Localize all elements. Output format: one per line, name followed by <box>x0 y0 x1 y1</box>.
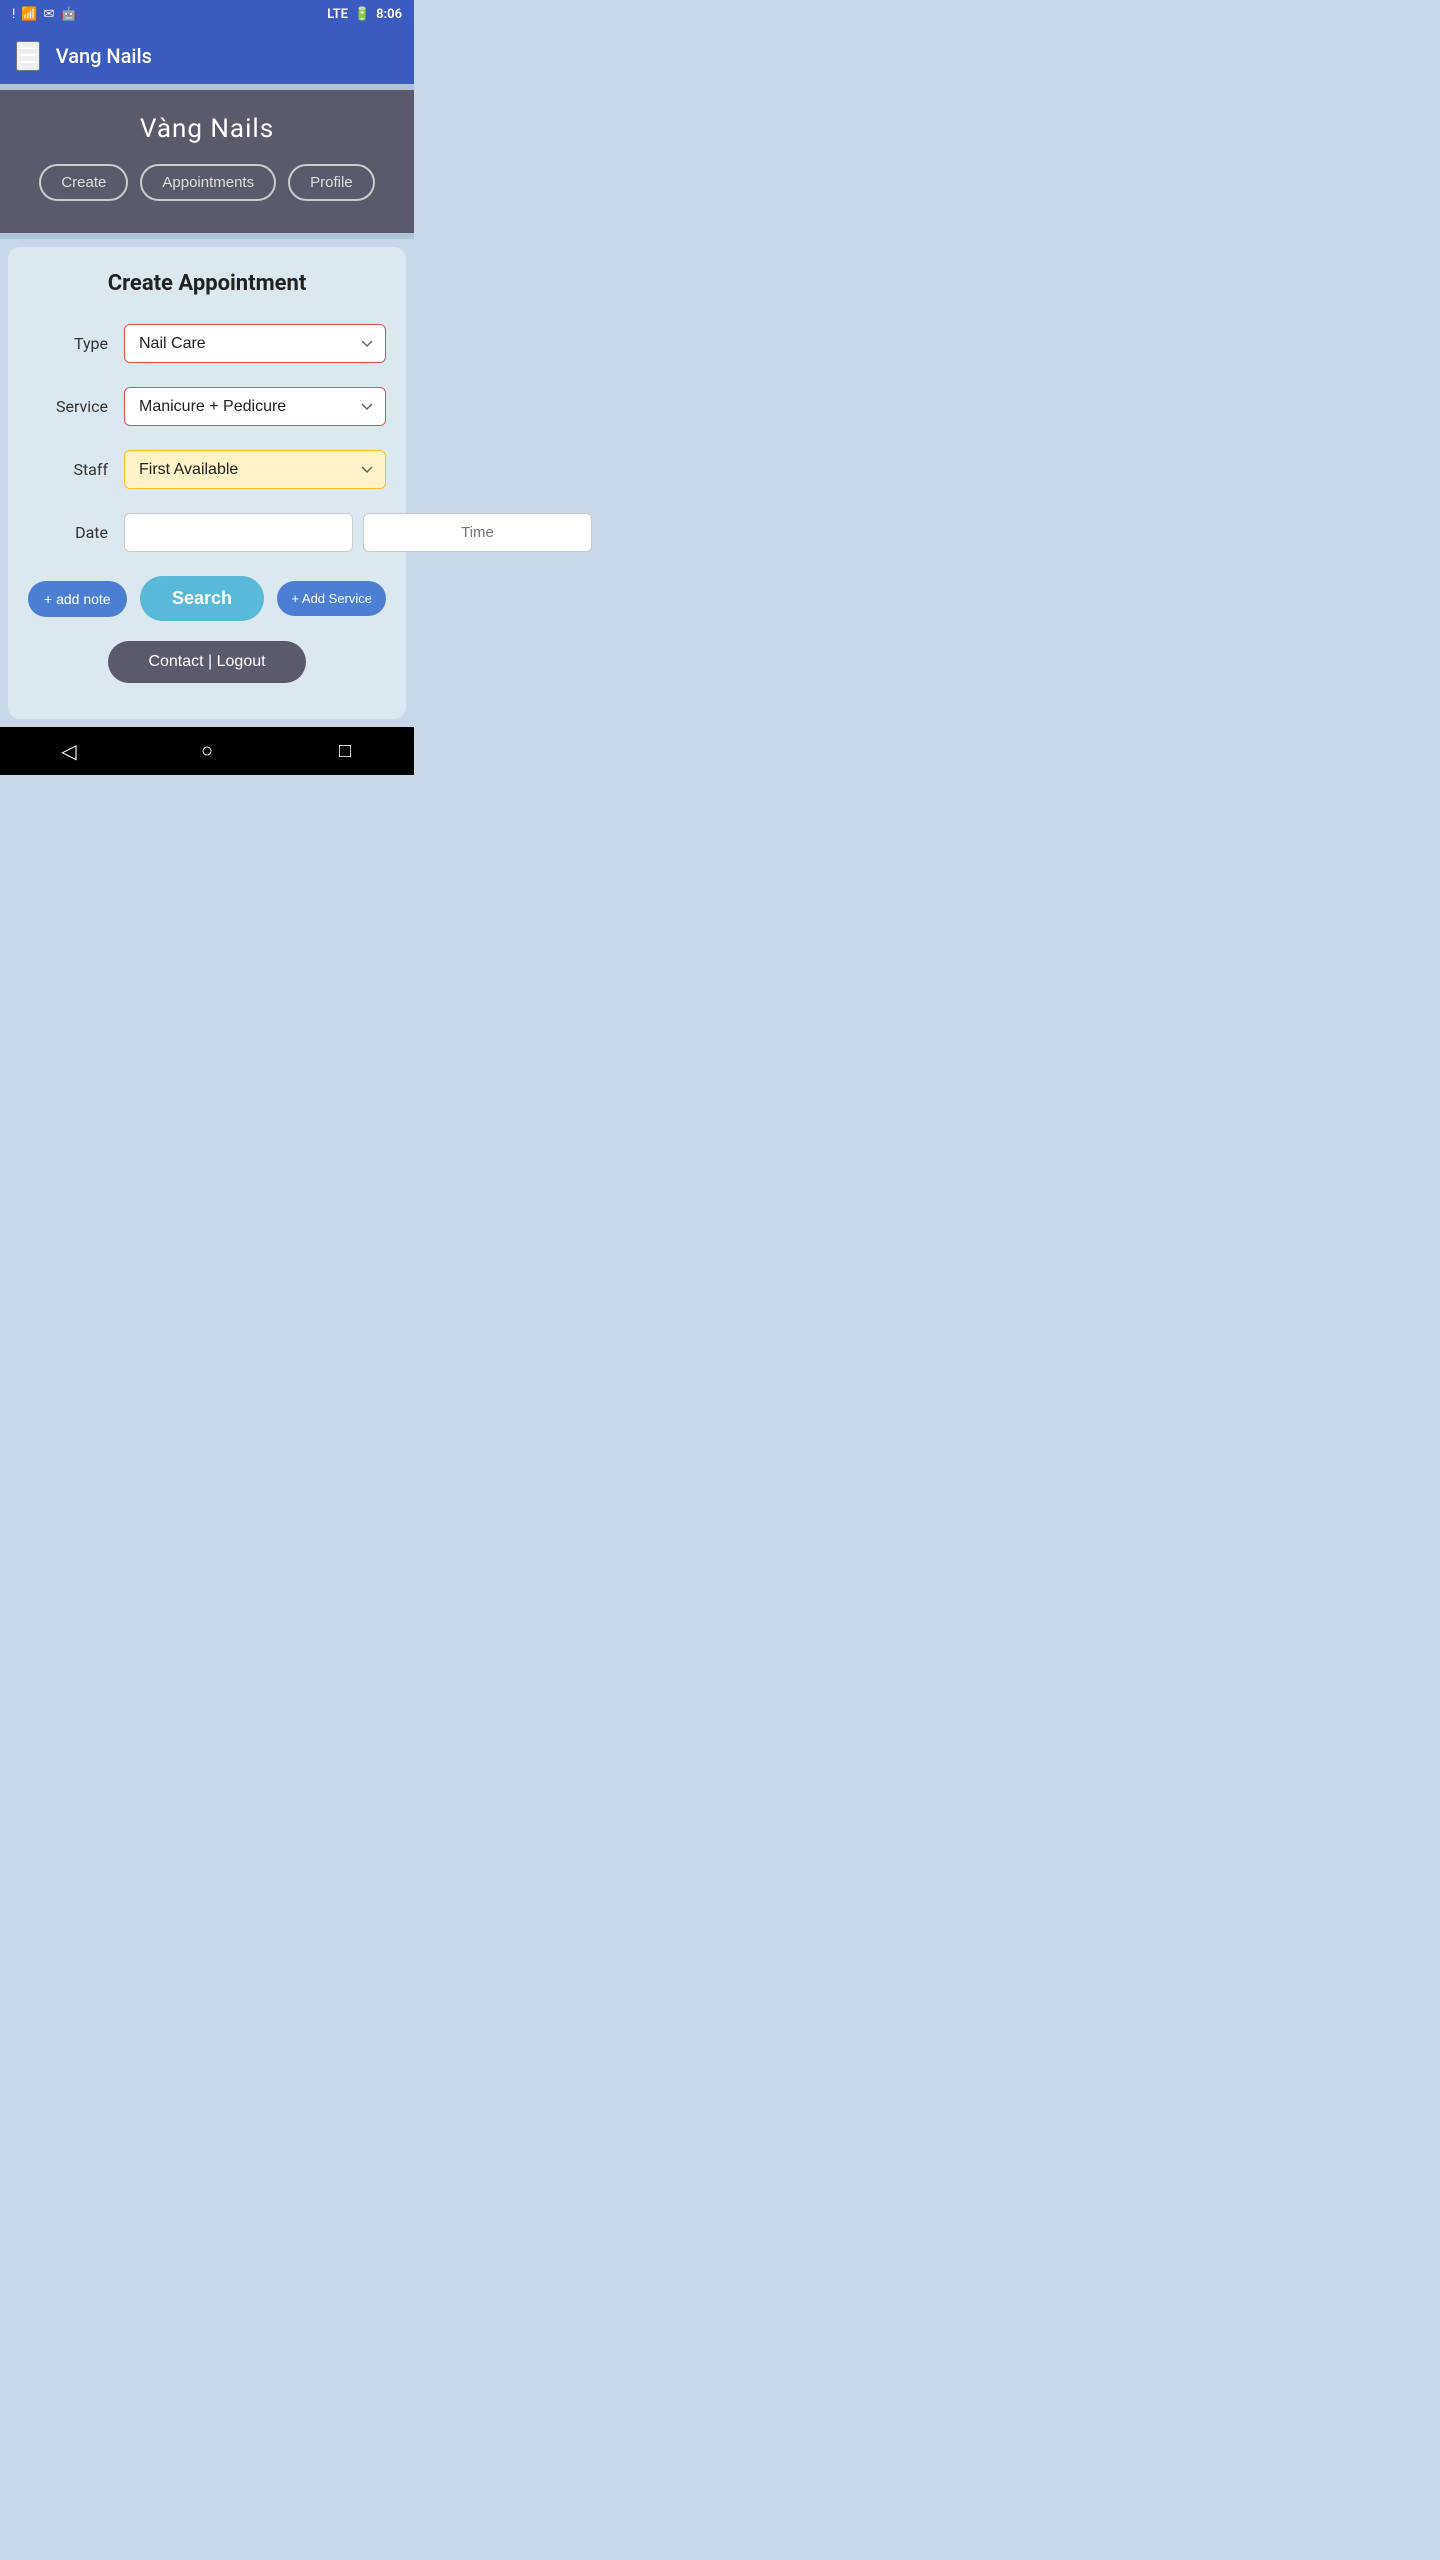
battery-icon: 🔋 <box>354 7 370 22</box>
separator-2 <box>0 233 414 239</box>
menu-button[interactable]: ☰ <box>16 41 40 71</box>
staff-select[interactable]: First Available Staff 1 Staff 2 <box>124 450 386 489</box>
appointments-button[interactable]: Appointments <box>140 164 276 201</box>
service-select[interactable]: Manicure + Pedicure Manicure Pedicure <box>124 387 386 426</box>
app-title: Vang Nails <box>56 44 152 68</box>
create-button[interactable]: Create <box>39 164 128 201</box>
date-inputs <box>124 513 592 552</box>
type-row: Type Nail Care Hair Care Skin Care <box>28 324 386 363</box>
service-label: Service <box>28 397 108 416</box>
back-button[interactable]: ◁ <box>0 739 138 764</box>
contact-logout-button[interactable]: Contact | Logout <box>108 641 305 683</box>
home-button[interactable]: ○ <box>138 740 276 763</box>
section-title: Create Appointment <box>28 271 386 296</box>
type-select[interactable]: Nail Care Hair Care Skin Care <box>124 324 386 363</box>
nav-buttons: Create Appointments Profile <box>16 164 398 201</box>
notification-icon: ! <box>12 7 15 22</box>
bottom-nav: ◁ ○ □ <box>0 727 414 775</box>
status-right: LTE 🔋 8:06 <box>327 7 402 22</box>
salon-name: Vàng Nails <box>16 114 398 144</box>
recent-button[interactable]: □ <box>276 740 414 763</box>
date-row: Date <box>28 513 386 552</box>
add-note-button[interactable]: + add note <box>28 581 127 617</box>
profile-button[interactable]: Profile <box>288 164 375 201</box>
status-left-icons: ! 📶 ✉ 🤖 <box>12 7 77 22</box>
salon-header: Vàng Nails Create Appointments Profile <box>0 90 414 233</box>
status-bar: ! 📶 ✉ 🤖 LTE 🔋 8:06 <box>0 0 414 28</box>
message-icon: ✉ <box>44 7 55 22</box>
footer: Contact | Logout <box>28 641 386 683</box>
signal-icon: 📶 <box>21 7 37 22</box>
search-button[interactable]: Search <box>140 576 264 621</box>
time-display: 8:06 <box>376 7 402 22</box>
type-label: Type <box>28 334 108 353</box>
date-label: Date <box>28 523 108 542</box>
date-input[interactable] <box>124 513 353 552</box>
service-row: Service Manicure + Pedicure Manicure Ped… <box>28 387 386 426</box>
main-content: Create Appointment Type Nail Care Hair C… <box>8 247 406 719</box>
network-type: LTE <box>327 7 348 22</box>
add-service-button[interactable]: + Add Service <box>277 581 386 616</box>
top-nav: ☰ Vang Nails <box>0 28 414 84</box>
android-icon: 🤖 <box>60 7 76 22</box>
staff-label: Staff <box>28 460 108 479</box>
staff-row: Staff First Available Staff 1 Staff 2 <box>28 450 386 489</box>
action-row: + add note Search + Add Service <box>28 576 386 621</box>
time-input[interactable] <box>363 513 592 552</box>
